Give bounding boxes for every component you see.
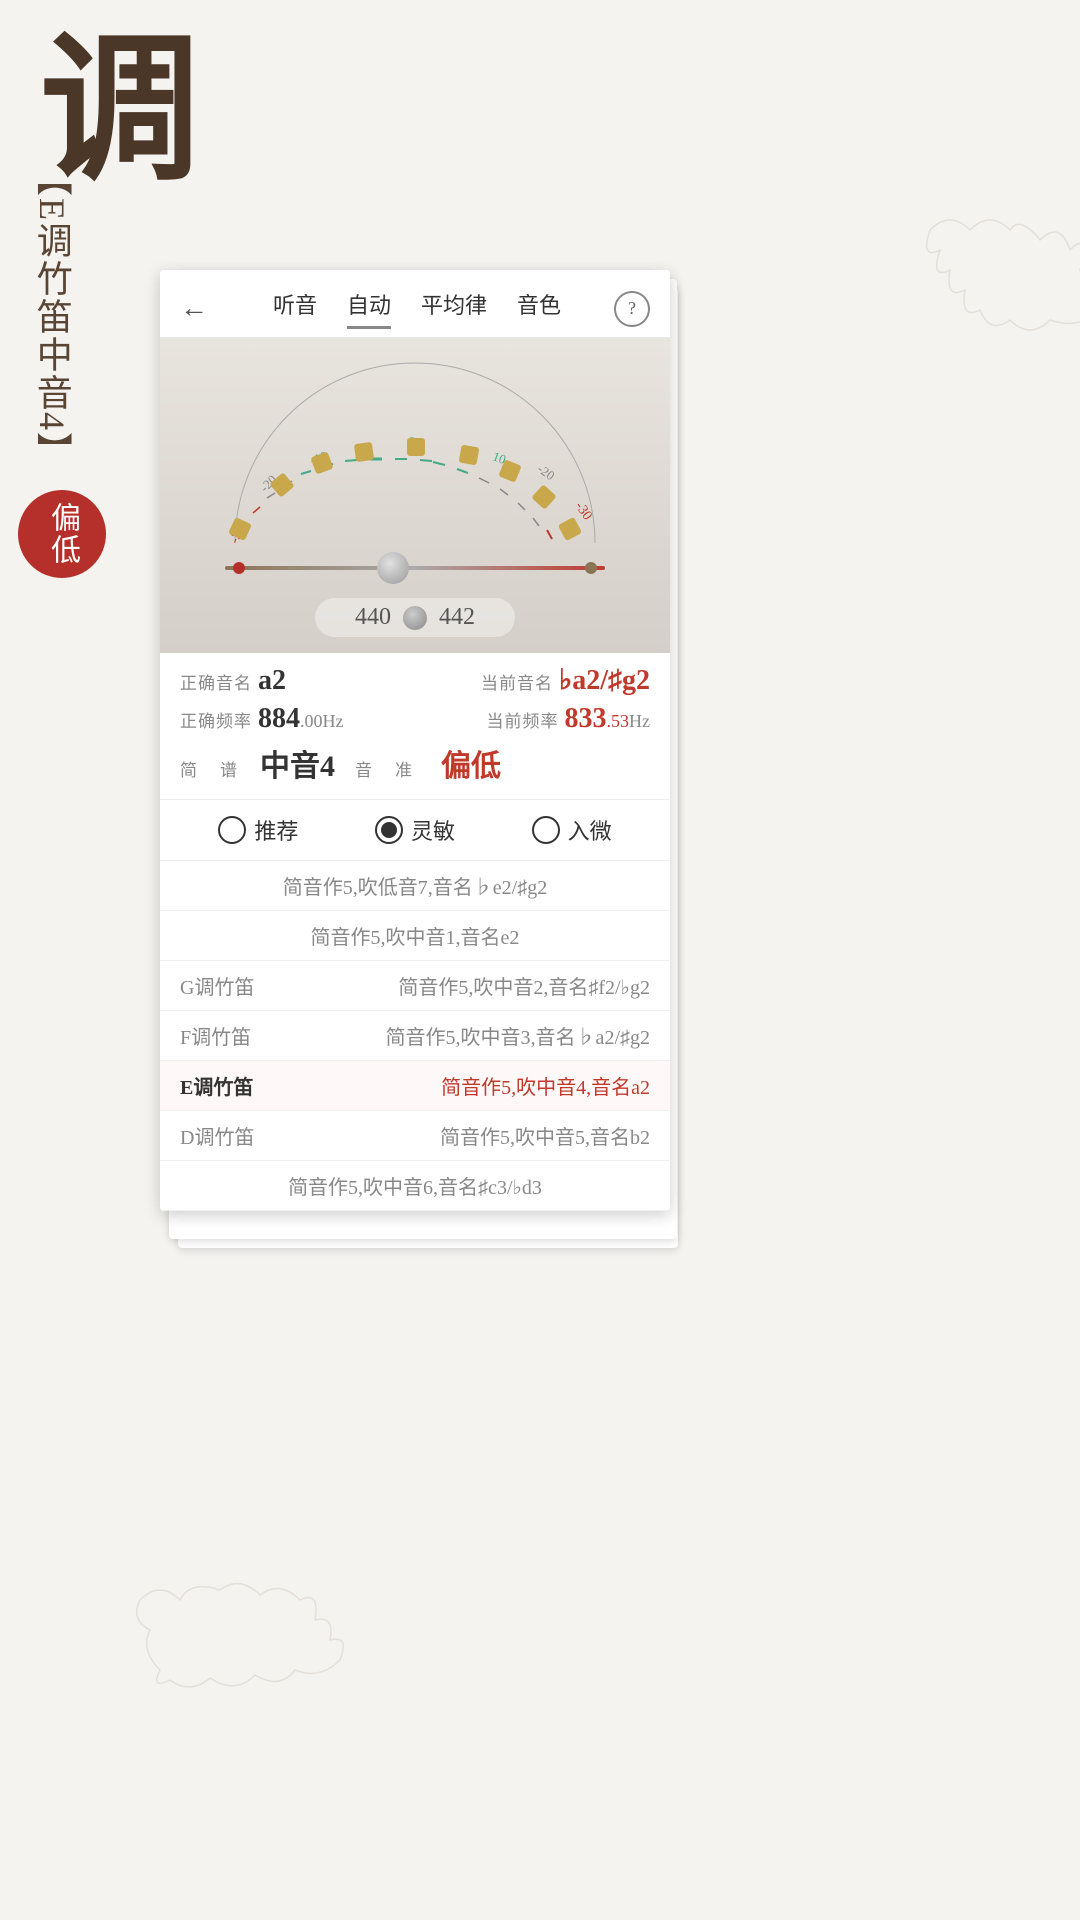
gauge-container: -30 -20 -10 0 10 -20 xyxy=(205,358,625,558)
current-freq-main: 833 xyxy=(565,703,607,735)
solfege-label: 简 谱 xyxy=(180,756,240,781)
freq-row: 正确频率 884.00Hz 当前频率 833.53Hz xyxy=(180,703,650,735)
radio-sensitive-label: 灵敏 xyxy=(411,814,455,846)
list-item-3[interactable]: F调竹笛 简音作5,吹中音3,音名♭a2/♯g2 xyxy=(160,1011,670,1061)
list-item-0[interactable]: 简音作5,吹低音7,音名♭e2/♯g2 xyxy=(160,861,670,911)
list-item-2-desc: 简音作5,吹中音2,音名♯f2/♭g2 xyxy=(398,971,650,1000)
note-row: 正确音名 a2 当前音名 ♭a2/♯g2 xyxy=(180,663,650,697)
vertical-label: 【E调竹笛中音4】 xyxy=(28,160,75,470)
freq-ref-left: 440 xyxy=(355,604,391,631)
list-item-0-desc: 简音作5,吹低音7,音名♭e2/♯g2 xyxy=(283,871,547,900)
needle-handle[interactable] xyxy=(377,552,409,584)
top-nav: ← 听音 自动 平均律 音色 ? xyxy=(160,270,670,338)
instrument-list: 简音作5,吹低音7,音名♭e2/♯g2 简音作5,吹中音1,音名e2 G调竹笛 … xyxy=(160,861,670,1211)
radio-recommend-label: 推荐 xyxy=(254,814,298,846)
list-item-5-desc: 简音作5,吹中音5,音名b2 xyxy=(440,1121,650,1150)
svg-text:-20: -20 xyxy=(535,461,558,483)
current-note-label: 当前音名 xyxy=(481,669,553,694)
current-freq-label: 当前频率 xyxy=(487,707,559,732)
gauge-svg: -30 -20 -10 0 10 -20 xyxy=(205,358,625,558)
list-item-4[interactable]: E调竹笛 简音作5,吹中音4,音名a2 xyxy=(160,1061,670,1111)
list-item-4-instrument: E调竹笛 xyxy=(180,1071,280,1100)
list-item-3-instrument: F调竹笛 xyxy=(180,1021,280,1050)
cloud-decoration-bottom xyxy=(100,1570,360,1770)
list-item-1[interactable]: 简音作5,吹中音1,音名e2 xyxy=(160,911,670,961)
list-item-5[interactable]: D调竹笛 简音作5,吹中音5,音名b2 xyxy=(160,1111,670,1161)
current-freq: 当前频率 833.53Hz xyxy=(487,703,651,735)
solfege-row: 简 谱 中音4 音 准 偏低 xyxy=(180,741,650,785)
freq-ref-right: 442 xyxy=(439,604,475,631)
current-freq-decimal: .53 xyxy=(607,711,630,732)
radio-recommend-circle xyxy=(218,816,246,844)
radio-fine[interactable]: 入微 xyxy=(532,814,612,846)
solfege-value: 中音4 xyxy=(260,741,335,785)
nav-item-equal[interactable]: 平均律 xyxy=(421,288,487,329)
current-freq-unit: Hz xyxy=(629,711,650,732)
correct-freq: 正确频率 884.00Hz xyxy=(180,703,344,735)
list-item-4-desc: 简音作5,吹中音4,音名a2 xyxy=(441,1071,650,1100)
list-item-6-desc: 简音作5,吹中音6,音名♯c3/♭d3 xyxy=(288,1171,542,1200)
correct-note-value: a2 xyxy=(258,665,286,697)
nav-items: 听音 自动 平均律 音色 xyxy=(220,288,614,329)
needle-area xyxy=(225,548,605,588)
radio-fine-label: 入微 xyxy=(568,814,612,846)
tuning-label: 音 准 xyxy=(355,756,415,781)
radio-sensitive[interactable]: 灵敏 xyxy=(375,814,455,846)
status-badge-text: 偏低 xyxy=(40,502,84,566)
bracket-close: 】 xyxy=(32,432,72,470)
needle-left-marker xyxy=(233,562,245,574)
frequency-display: 440 442 xyxy=(315,598,515,637)
correct-note: 正确音名 a2 xyxy=(180,665,286,697)
radio-sensitive-circle xyxy=(375,816,403,844)
freq-dot[interactable] xyxy=(403,606,427,630)
sensitivity-options: 推荐 灵敏 入微 xyxy=(160,799,670,861)
help-button[interactable]: ? xyxy=(614,291,650,327)
correct-freq-main: 884 xyxy=(258,703,300,735)
info-area: 正确音名 a2 当前音名 ♭a2/♯g2 正确频率 884.00Hz 当前频率 … xyxy=(160,653,670,799)
nav-item-auto[interactable]: 自动 xyxy=(347,288,391,329)
main-card: ← 听音 自动 平均律 音色 ? xyxy=(160,270,670,1211)
list-item-5-instrument: D调竹笛 xyxy=(180,1121,280,1150)
radio-fine-circle xyxy=(532,816,560,844)
correct-note-label: 正确音名 xyxy=(180,669,252,694)
tuning-value: 偏低 xyxy=(441,741,501,785)
list-item-6[interactable]: 简音作5,吹中音6,音名♯c3/♭d3 xyxy=(160,1161,670,1211)
correct-freq-label: 正确频率 xyxy=(180,707,252,732)
tuner-area: -30 -20 -10 0 10 -20 xyxy=(160,338,670,653)
list-item-2-instrument: G调竹笛 xyxy=(180,971,280,1000)
current-note: 当前音名 ♭a2/♯g2 xyxy=(481,663,650,697)
card-stack: ← 听音 自动 平均律 音色 ? xyxy=(160,270,670,1211)
bracket-open: 【 xyxy=(32,160,72,198)
nav-item-listen[interactable]: 听音 xyxy=(273,288,317,329)
needle-track[interactable] xyxy=(225,566,605,570)
back-button[interactable]: ← xyxy=(180,293,208,325)
correct-freq-unit: Hz xyxy=(323,711,344,732)
cloud-decoration-top xyxy=(860,200,1080,380)
nav-item-timbre[interactable]: 音色 xyxy=(517,288,561,329)
correct-freq-decimal: .00 xyxy=(300,711,323,732)
current-note-value: ♭a2/♯g2 xyxy=(559,663,650,697)
radio-recommend[interactable]: 推荐 xyxy=(218,814,298,846)
needle-right-marker xyxy=(585,562,597,574)
list-item-3-desc: 简音作5,吹中音3,音名♭a2/♯g2 xyxy=(386,1021,650,1050)
list-item-2[interactable]: G调竹笛 简音作5,吹中音2,音名♯f2/♭g2 xyxy=(160,961,670,1011)
list-item-1-desc: 简音作5,吹中音1,音名e2 xyxy=(311,921,520,950)
status-badge: 偏低 xyxy=(18,490,106,578)
